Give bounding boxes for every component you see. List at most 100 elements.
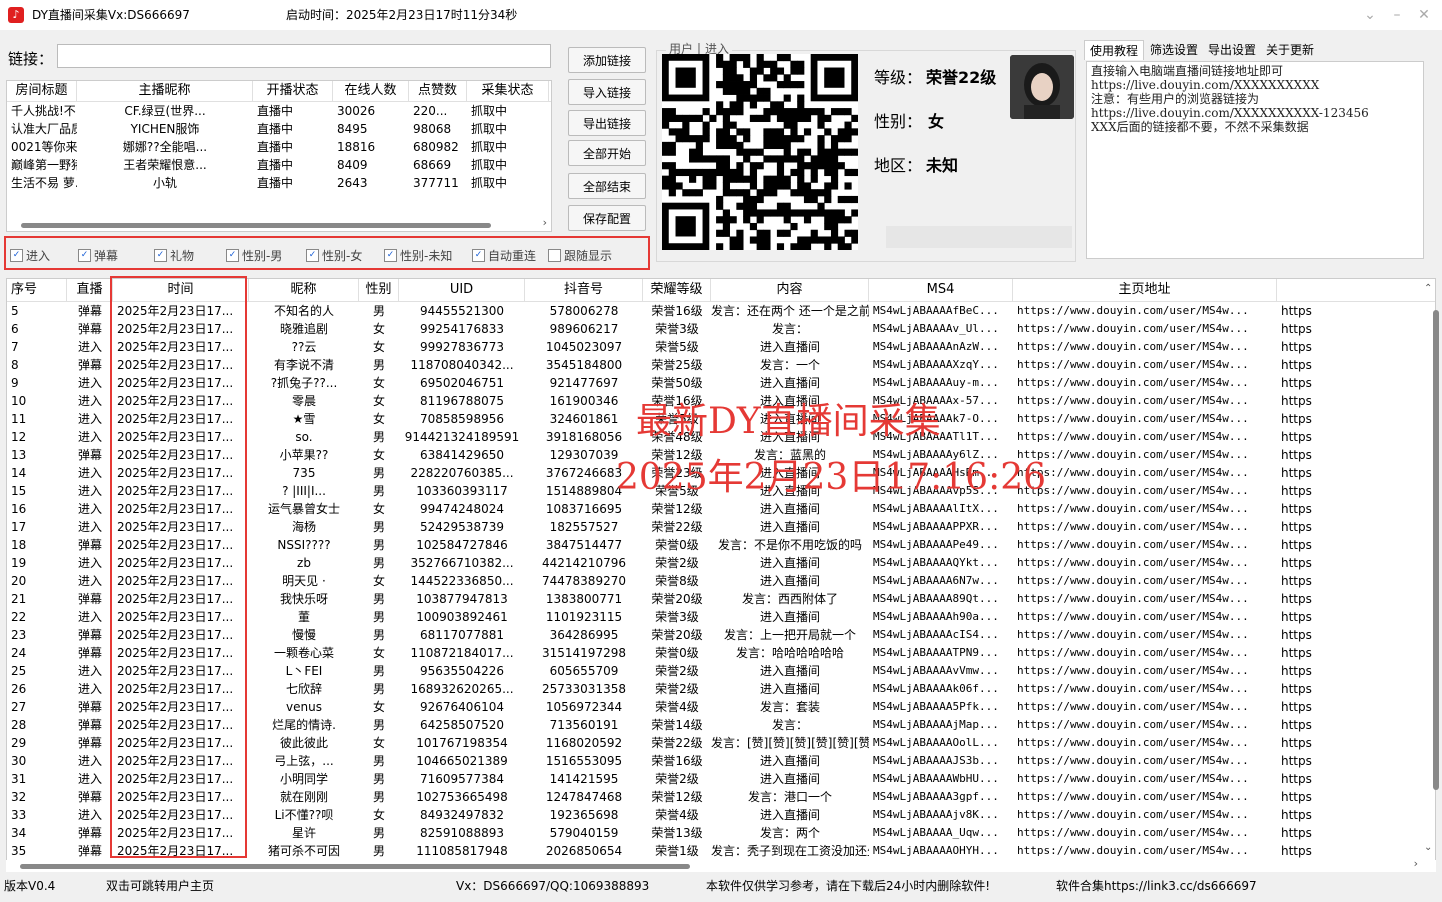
save-config-button[interactable]: 保存配置 bbox=[568, 205, 646, 231]
table-cell: MS4wLjABAAAA3gpf... bbox=[873, 790, 999, 803]
scroll-thumb[interactable] bbox=[20, 864, 690, 869]
column-header[interactable]: 主播昵称 bbox=[77, 81, 253, 101]
table-cell: 352766710382... bbox=[410, 556, 514, 570]
list-cell: 小轨 bbox=[152, 176, 177, 190]
table-cell: 25 bbox=[11, 664, 27, 678]
title-bar: ♪ DY直播间采集Vx:DS666697 启动时间：2025年2月23日17时1… bbox=[0, 0, 1442, 30]
list-item[interactable]: 0021等你来 娜娜??全能唱... 直播中 18816 680982 抓取中 bbox=[7, 138, 551, 156]
list-item[interactable]: 认准大厂品质... YICHEN服饰 直播中 8495 98068 抓取中 bbox=[7, 120, 551, 138]
close-icon[interactable]: ✕ bbox=[1410, 0, 1438, 30]
table-cell: 进入 bbox=[77, 664, 102, 678]
filter-checkbox[interactable]: ✓ 性别-女 bbox=[306, 247, 362, 264]
filter-checkbox[interactable]: ✓ 礼物 bbox=[154, 247, 194, 264]
list-item[interactable]: 千人挑战!不... CF.绿豆(世界... 直播中 30026 220... 抓取中 bbox=[7, 102, 551, 120]
column-header[interactable]: UID bbox=[399, 279, 525, 301]
import-link-button[interactable]: 导入链接 bbox=[568, 79, 646, 105]
table-cell: https://www.douyin.com/user/MS4w... bbox=[1017, 412, 1249, 425]
stop-all-button[interactable]: 全部结束 bbox=[568, 173, 646, 199]
table-cell: 荣誉1级 bbox=[655, 844, 699, 858]
start-all-button[interactable]: 全部开始 bbox=[568, 140, 646, 166]
column-header[interactable]: 昵称 bbox=[249, 279, 359, 301]
filter-checkbox[interactable]: ✓ 弹幕 bbox=[78, 247, 118, 264]
table-cell: 荣誉2级 bbox=[655, 556, 699, 570]
list-item[interactable]: 生活不易 萝... 小轨 直播中 2643 377711 抓取中 bbox=[7, 174, 551, 192]
table-cell: 进入 bbox=[77, 466, 102, 480]
table-cell: 23 bbox=[11, 628, 27, 642]
column-header[interactable]: 性别 bbox=[359, 279, 399, 301]
filter-checkbox-label: 自动重连 bbox=[488, 249, 537, 263]
scroll-thumb[interactable] bbox=[21, 223, 491, 228]
tab-export-settings[interactable]: 导出设置 bbox=[1204, 40, 1260, 60]
filter-checkbox[interactable]: ✓ 自动重连 bbox=[472, 247, 536, 264]
checkbox-checked-icon: ✓ bbox=[78, 249, 91, 262]
table-cell: 男 bbox=[372, 592, 385, 606]
table-cell: 104665021389 bbox=[416, 754, 508, 768]
scroll-down-icon[interactable]: ⌄ bbox=[1424, 842, 1432, 853]
link-input[interactable] bbox=[57, 44, 551, 68]
table-hscroll[interactable]: › bbox=[6, 857, 1436, 872]
table-cell: MS4wLjABAAAA6N7w... bbox=[873, 574, 999, 587]
table-cell: 烂尾的情诗. bbox=[272, 718, 336, 732]
table-cell: 弹幕 bbox=[77, 718, 102, 732]
filter-checkbox[interactable]: 跟随显示 bbox=[548, 247, 612, 264]
table-cell: 2026850654 bbox=[545, 844, 623, 858]
table-cell: 30 bbox=[11, 754, 27, 768]
table-cell: 女 bbox=[372, 502, 385, 516]
column-header[interactable]: 采集状态 bbox=[467, 81, 549, 101]
pin-icon[interactable]: ⌄ bbox=[1356, 0, 1384, 30]
table-cell: 荣誉22级 bbox=[651, 520, 703, 534]
filter-checkbox[interactable]: ✓ 进入 bbox=[10, 247, 50, 264]
scroll-right-icon[interactable]: › bbox=[1414, 857, 1418, 870]
table-cell: https://www.douyin.com/user/MS4w... bbox=[1017, 394, 1249, 407]
table-cell: 3847514477 bbox=[545, 538, 623, 552]
column-header[interactable]: 序号 bbox=[7, 279, 67, 301]
column-header[interactable]: 点赞数 bbox=[409, 81, 467, 101]
level-value: 荣誉22级 bbox=[926, 68, 997, 87]
minimize-icon[interactable]: – bbox=[1383, 0, 1411, 30]
tab-filter-settings[interactable]: 筛选设置 bbox=[1146, 40, 1202, 60]
table-cell: MS4wLjABAAAAk06f... bbox=[873, 682, 999, 695]
filter-checkbox[interactable]: ✓ 性别-未知 bbox=[384, 247, 452, 264]
table-cell: 1516553095 bbox=[545, 754, 623, 768]
table-cell: ★雪 bbox=[292, 412, 316, 426]
room-list[interactable]: 房间标题 主播昵称 开播状态 在线人数 点赞数 采集状态 千人挑战!不... CF… bbox=[6, 80, 552, 232]
table-cell: 进入 bbox=[77, 430, 102, 444]
table-cell: 95635504226 bbox=[420, 664, 504, 678]
table-cell: 男 bbox=[372, 430, 385, 444]
table-cell: 荣誉0级 bbox=[655, 646, 699, 660]
column-header[interactable]: 主页地址 bbox=[1013, 279, 1277, 301]
table-cell: MS4wLjABAAAAjMap... bbox=[873, 718, 999, 731]
column-header[interactable]: 房间标题 bbox=[7, 81, 77, 101]
column-header[interactable]: MS4 bbox=[869, 279, 1013, 301]
column-header[interactable]: 荣耀等级 bbox=[643, 279, 711, 301]
table-cell: https bbox=[1281, 718, 1312, 732]
column-header[interactable]: 在线人数 bbox=[333, 81, 409, 101]
scroll-right-icon[interactable]: › bbox=[543, 216, 547, 229]
table-cell: https bbox=[1281, 484, 1312, 498]
watermark-datetime: 2025年2月23日17:16:26 bbox=[616, 457, 1047, 498]
collection-link[interactable]: 软件合集https://link3.cc/ds666697 bbox=[1056, 876, 1257, 896]
table-cell: 进入 bbox=[77, 340, 102, 354]
table-cell: 男 bbox=[372, 484, 385, 498]
table-cell: 69502046751 bbox=[420, 376, 504, 390]
tab-tutorial[interactable]: 使用教程 bbox=[1084, 40, 1144, 60]
list-item[interactable]: 巅峰第一野猪... 王者荣耀恨意... 直播中 8409 68669 抓取中 bbox=[7, 156, 551, 174]
table-cell: https bbox=[1281, 754, 1312, 768]
column-header[interactable]: 内容 bbox=[711, 279, 869, 301]
add-link-button[interactable]: 添加链接 bbox=[568, 47, 646, 73]
scroll-up-icon[interactable]: ⌃ bbox=[1424, 283, 1432, 294]
table-vscroll-thumb[interactable] bbox=[1433, 310, 1439, 790]
column-header[interactable]: 开播状态 bbox=[253, 81, 333, 101]
room-list-hscroll[interactable]: › bbox=[7, 216, 551, 231]
table-cell: 荣誉12级 bbox=[651, 502, 703, 516]
tab-about-update[interactable]: 关于更新 bbox=[1262, 40, 1318, 60]
tutorial-text[interactable]: 直接输入电脑端直播间链接地址即可 https://live.douyin.com… bbox=[1086, 61, 1424, 259]
column-header[interactable]: 直播 bbox=[67, 279, 113, 301]
export-link-button[interactable]: 导出链接 bbox=[568, 110, 646, 136]
table-cell: 女 bbox=[372, 808, 385, 822]
table-cell: 5 bbox=[11, 304, 19, 318]
filter-checkbox[interactable]: ✓ 性别-男 bbox=[226, 247, 282, 264]
table-cell: 34 bbox=[11, 826, 27, 840]
table-cell: https bbox=[1281, 430, 1312, 444]
column-header[interactable]: 抖音号 bbox=[525, 279, 643, 301]
